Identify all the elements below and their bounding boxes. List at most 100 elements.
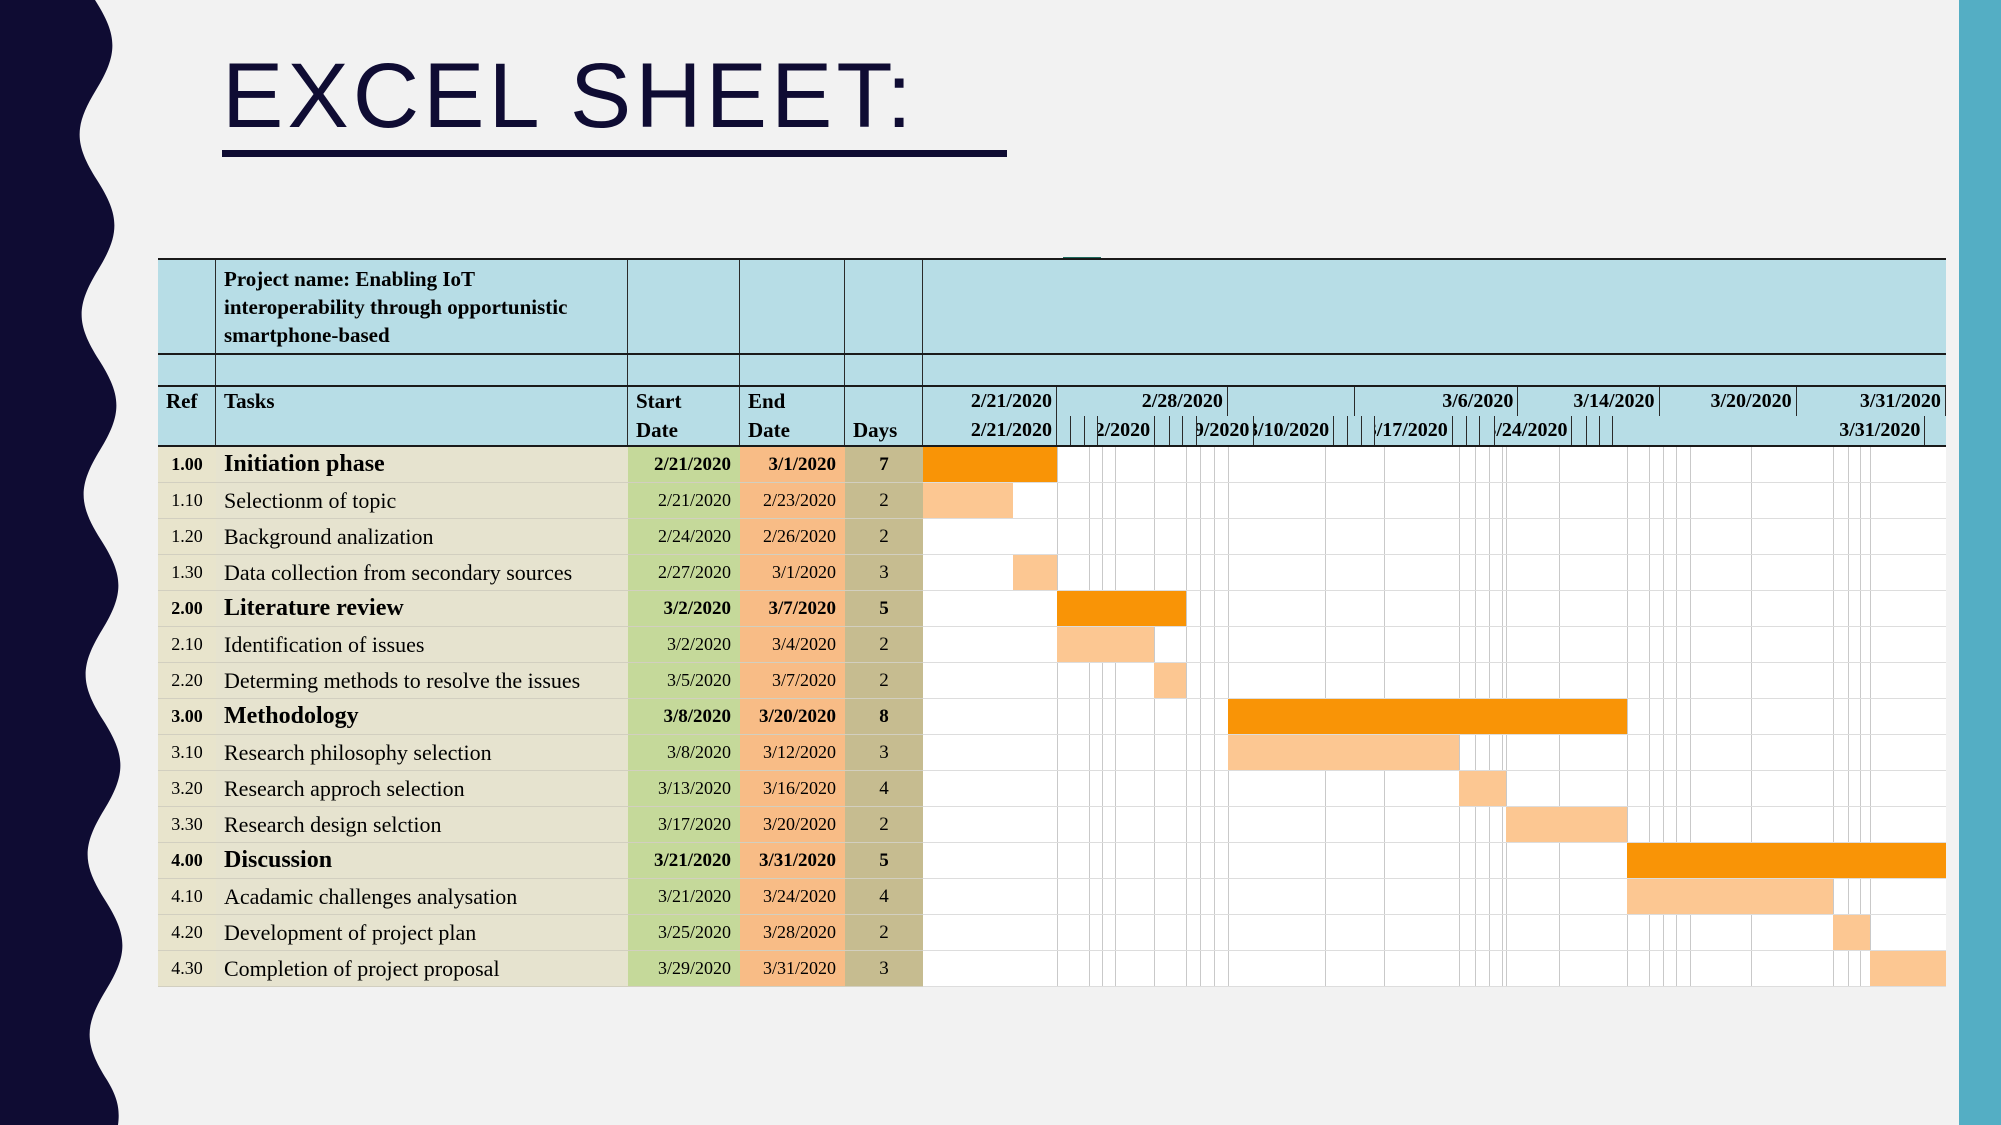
table-row[interactable]: 3.30 Research design selction 3/17/2020 3/2… (158, 807, 1946, 843)
table-row[interactable]: 2.00 Literature review 3/2/2020 3/7/2020 5 (158, 591, 1946, 627)
row-start-cell: 3/17/2020 (628, 807, 740, 843)
gantt-grid-line (1649, 663, 1651, 698)
gantt-grid-line (1690, 627, 1692, 662)
row-task-cell: Acadamic challenges analysation (216, 879, 628, 915)
gantt-grid-line (1662, 591, 1664, 626)
gantt-grid-line (1675, 555, 1677, 590)
row-ref-cell: 3.00 (158, 699, 216, 735)
gantt-grid-line (1213, 663, 1215, 698)
row-gantt-cell (923, 915, 1946, 951)
row-gantt-cell (923, 663, 1946, 699)
row-start-cell: 3/8/2020 (628, 699, 740, 735)
row-start-cell: 3/21/2020 (628, 879, 740, 915)
gantt-grid-line (1459, 663, 1461, 698)
row-gantt-cell (923, 771, 1946, 807)
table-row[interactable]: 1.10 Selectionm of topic 2/21/2020 2/23/202… (158, 483, 1946, 519)
table-row[interactable]: 4.10 Acadamic challenges analysation 3/21/… (158, 879, 1946, 915)
timeline-week-label-4: 3/14/2020 (1518, 387, 1660, 416)
table-row[interactable]: 4.20 Development of project plan 3/25/2020… (158, 915, 1946, 951)
gantt-grid-line (1870, 915, 1872, 950)
gantt-grid-line (1506, 951, 1508, 986)
row-start-cell: 3/13/2020 (628, 771, 740, 807)
gantt-grid-line (1325, 663, 1327, 698)
gantt-grid-line (1200, 447, 1202, 482)
sheet-column-header-row-2: Date Date Days 2/21/2020 3/2/2020 3/9/2020… (158, 416, 1946, 447)
timeline-day-label-18 (1572, 416, 1587, 445)
gantt-grid-line (1384, 663, 1386, 698)
gantt-grid-line (1502, 591, 1504, 626)
gantt-grid-line (1213, 483, 1215, 518)
row-task-cell: Identification of issues (216, 627, 628, 663)
table-row[interactable]: 1.30 Data collection from secondary sourc… (158, 555, 1946, 591)
gantt-grid-line (1559, 951, 1561, 986)
gantt-grid-line (1626, 951, 1628, 986)
gantt-bar (1833, 915, 1871, 950)
gantt-grid-line (1662, 519, 1664, 554)
col-header-tasks: Tasks (216, 387, 628, 416)
table-row[interactable]: 3.20 Research approch selection 3/13/2020 3… (158, 771, 1946, 807)
gantt-grid-line (1325, 915, 1327, 950)
table-row[interactable]: 1.20 Background analization 2/24/2020 2/26/… (158, 519, 1946, 555)
gantt-grid-line (1870, 771, 1872, 806)
gantt-grid-line (1750, 915, 1752, 950)
gantt-grid-line (1475, 915, 1477, 950)
table-row[interactable]: 2.10 Identification of issues 3/2/2020 3/4/… (158, 627, 1946, 663)
row-end-cell: 3/20/2020 (740, 699, 845, 735)
gantt-grid-line (1750, 699, 1752, 734)
gantt-bar (1459, 771, 1507, 806)
gantt-grid-line (1227, 843, 1229, 878)
gantt-grid-line (1833, 951, 1835, 986)
timeline-week-label-5: 3/20/2020 (1660, 387, 1797, 416)
gantt-grid-line (1088, 879, 1090, 914)
row-days-cell: 2 (845, 483, 923, 519)
row-days-cell: 5 (845, 843, 923, 879)
gantt-grid-line (1102, 879, 1104, 914)
table-row[interactable]: 3.10 Research philosophy selection 3/8/202… (158, 735, 1946, 771)
row-end-cell: 2/26/2020 (740, 519, 845, 555)
table-row[interactable]: 3.00 Methodology 3/8/2020 3/20/2020 8 (158, 699, 1946, 735)
excel-sheet[interactable]: Project name: Enabling IoT interoperabil… (158, 258, 1946, 987)
gantt-grid-line (1662, 627, 1664, 662)
table-row[interactable]: 2.20 Determing methods to resolve the iss… (158, 663, 1946, 699)
gantt-grid-line (1185, 519, 1187, 554)
sheet-body[interactable]: 1.00 Initiation phase 2/21/2020 3/1/2020 7 1.… (158, 447, 1946, 987)
gantt-grid-line (1475, 735, 1477, 770)
gantt-bar (923, 447, 1057, 482)
gantt-grid-line (1488, 591, 1490, 626)
title-block: EXCEL SHEET: (222, 50, 1007, 157)
row-days-cell: 3 (845, 951, 923, 987)
row-end-cell: 3/12/2020 (740, 735, 845, 771)
gantt-grid-line (1088, 771, 1090, 806)
gantt-grid-line (1384, 447, 1386, 482)
row-start-cell: 2/27/2020 (628, 555, 740, 591)
gantt-grid-line (1870, 591, 1872, 626)
left-wave-decoration (0, 0, 123, 1125)
gantt-bar (1013, 555, 1057, 590)
gantt-grid-line (1213, 807, 1215, 842)
gantt-grid-line (1870, 735, 1872, 770)
row-end-cell: 3/31/2020 (740, 951, 845, 987)
gantt-grid-line (1750, 555, 1752, 590)
table-row[interactable]: 1.00 Initiation phase 2/21/2020 3/1/2020 7 (158, 447, 1946, 483)
gantt-grid-line (1675, 807, 1677, 842)
gantt-grid-line (1506, 663, 1508, 698)
gantt-grid-line (1833, 483, 1835, 518)
gantt-grid-line (1662, 663, 1664, 698)
gantt-grid-line (1847, 807, 1849, 842)
row-days-cell: 3 (845, 735, 923, 771)
gantt-grid-line (1502, 483, 1504, 518)
gantt-grid-line (1459, 591, 1461, 626)
col-header-end-line1: End (740, 387, 845, 416)
row-task-cell: Completion of project proposal (216, 951, 628, 987)
row-gantt-cell (923, 807, 1946, 843)
gantt-grid-line (1675, 627, 1677, 662)
gantt-grid-line (1200, 735, 1202, 770)
gantt-grid-line (1102, 663, 1104, 698)
gantt-grid-line (1750, 627, 1752, 662)
gantt-grid-line (1325, 843, 1327, 878)
gantt-grid-line (1750, 951, 1752, 986)
gantt-grid-line (1325, 627, 1327, 662)
table-row[interactable]: 4.30 Completion of project proposal 3/29/2… (158, 951, 1946, 987)
gantt-grid-line (1506, 519, 1508, 554)
table-row[interactable]: 4.00 Discussion 3/21/2020 3/31/2020 5 (158, 843, 1946, 879)
